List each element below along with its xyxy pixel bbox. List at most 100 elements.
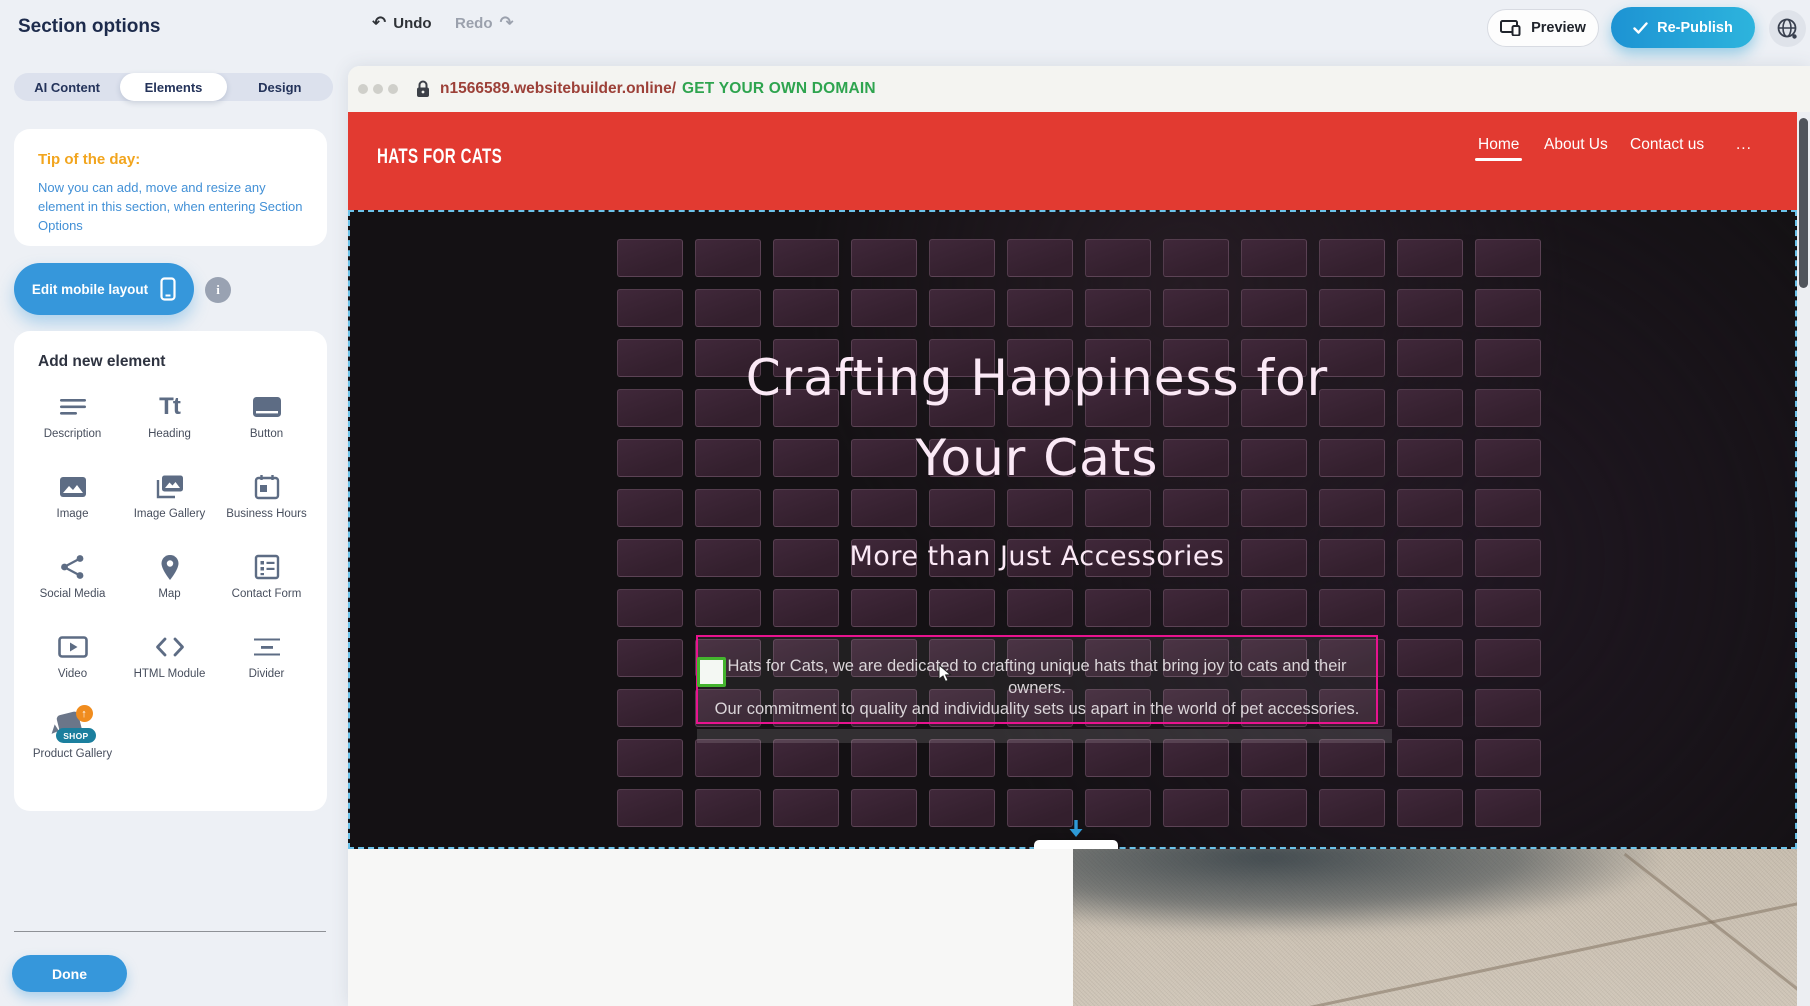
hero-tile (1085, 239, 1151, 277)
hero-tile (1163, 289, 1229, 327)
language-globe-button[interactable] (1769, 10, 1806, 47)
edit-mobile-layout-label: Edit mobile layout (32, 282, 148, 297)
get-your-own-domain-link[interactable]: GET YOUR OWN DOMAIN (682, 80, 876, 98)
hero-tile (1319, 589, 1385, 627)
preview-label: Preview (1531, 20, 1586, 36)
element-heading[interactable]: Tt Heading (124, 389, 216, 469)
nav-home[interactable]: Home (1478, 136, 1519, 154)
tab-elements[interactable]: Elements (120, 73, 226, 101)
hero-tile (1475, 289, 1541, 327)
mouse-cursor (938, 664, 952, 683)
shop-badge: SHOP (56, 728, 95, 743)
hero-tile (1085, 789, 1151, 827)
edit-mobile-layout-button[interactable]: Edit mobile layout (14, 263, 194, 315)
hero-tile (1475, 239, 1541, 277)
site-logo[interactable]: HATS FOR CATS (377, 145, 502, 169)
element-grid: Description Tt Heading Button Image (24, 389, 315, 789)
element-label: Button (250, 428, 283, 442)
hero-tile (695, 789, 761, 827)
element-html-module[interactable]: HTML Module (124, 629, 216, 709)
devices-icon (1500, 20, 1522, 36)
hero-tile (1007, 239, 1073, 277)
element-label: Heading (148, 428, 191, 442)
video-icon (58, 629, 88, 665)
map-pin-icon (160, 549, 180, 585)
info-icon[interactable]: i (205, 277, 231, 303)
element-image[interactable]: Image (27, 469, 119, 549)
hero-tile (617, 689, 683, 727)
hero-tile (851, 289, 917, 327)
hero-tile (1007, 739, 1073, 777)
republish-label: Re-Publish (1657, 20, 1733, 36)
selected-text-element[interactable]: Hats for Cats, we are dedicated to craft… (696, 635, 1378, 724)
redo-icon: ↷ (500, 15, 514, 32)
lock-icon (416, 80, 430, 98)
redo-label: Redo (455, 15, 493, 32)
hero-tile (929, 289, 995, 327)
hero-tile (617, 239, 683, 277)
done-label: Done (52, 966, 87, 982)
hero-tile (1007, 789, 1073, 827)
hero-tile (1163, 789, 1229, 827)
nav-contact-us[interactable]: Contact us (1630, 136, 1704, 154)
tab-ai-content[interactable]: AI Content (14, 73, 120, 101)
browser-dot-icon (358, 84, 368, 94)
hero-tile (1397, 239, 1463, 277)
divider-icon (253, 629, 281, 665)
element-social-media[interactable]: Social Media (27, 549, 119, 629)
hero-tile (617, 739, 683, 777)
floor-shadow-shape (1073, 849, 1658, 933)
hero-paragraph: Hats for Cats, we are dedicated to craft… (698, 656, 1376, 721)
done-button[interactable]: Done (12, 955, 127, 992)
tip-body: Now you can add, move and resize any ele… (38, 179, 310, 236)
element-description[interactable]: Description (27, 389, 119, 469)
sidebar-divider (14, 931, 326, 932)
nav-about-us[interactable]: About Us (1544, 136, 1608, 154)
hero-tile (929, 239, 995, 277)
hero-tile (695, 289, 761, 327)
tab-ai-content-label: AI Content (34, 80, 100, 95)
element-button[interactable]: Button (221, 389, 313, 469)
hero-tile (617, 639, 683, 677)
browser-chrome-bar: n1566589.websitebuilder.online/ GET YOUR… (348, 66, 1810, 112)
resize-arrow-down-icon (1065, 820, 1087, 838)
preview-scrollbar-thumb[interactable] (1799, 118, 1808, 288)
redo-button[interactable]: Redo ↷ (455, 15, 514, 32)
element-product-gallery[interactable]: ↑ SHOP Product Gallery (27, 709, 119, 789)
tab-design[interactable]: Design (227, 73, 333, 101)
element-video[interactable]: Video (27, 629, 119, 709)
element-contact-form[interactable]: Contact Form (221, 549, 313, 629)
element-map[interactable]: Map (124, 549, 216, 629)
hero-tile (695, 239, 761, 277)
hero-heading-line1: Crafting Happiness for (350, 338, 1724, 418)
element-business-hours[interactable]: Business Hours (221, 469, 313, 549)
preview-button[interactable]: Preview (1487, 9, 1599, 47)
undo-button[interactable]: ↶ Undo (372, 15, 432, 32)
nav-more[interactable]: ... (1736, 136, 1752, 154)
sidebar-tabs: AI Content Elements Design (14, 73, 333, 101)
hero-paragraph-line2: Our commitment to quality and individual… (698, 699, 1376, 721)
element-label: Map (158, 588, 180, 602)
add-new-element-title: Add new element (38, 353, 165, 371)
hero-tile (1397, 589, 1463, 627)
republish-button[interactable]: Re-Publish (1611, 7, 1755, 48)
hero-tile (1241, 589, 1307, 627)
element-image-gallery[interactable]: Image Gallery (124, 469, 216, 549)
hero-heading: Crafting Happiness for Your Cats (350, 338, 1724, 498)
preview-scrollbar-track[interactable] (1797, 112, 1810, 1006)
hero-section-selected[interactable]: Crafting Happiness for Your Cats More th… (348, 210, 1797, 849)
hero-tile (1085, 589, 1151, 627)
hero-tile (1007, 589, 1073, 627)
hero-tile (1475, 739, 1541, 777)
hero-tile (617, 589, 683, 627)
check-icon (1633, 22, 1648, 34)
element-divider[interactable]: Divider (221, 629, 313, 709)
hero-tile (1085, 739, 1151, 777)
image-gallery-icon (155, 469, 185, 505)
undo-icon: ↶ (372, 15, 386, 32)
html-code-icon (155, 629, 185, 665)
hero-tile (1007, 289, 1073, 327)
hero-tile (617, 789, 683, 827)
tab-design-label: Design (258, 80, 301, 95)
element-padding-band (697, 729, 1392, 743)
